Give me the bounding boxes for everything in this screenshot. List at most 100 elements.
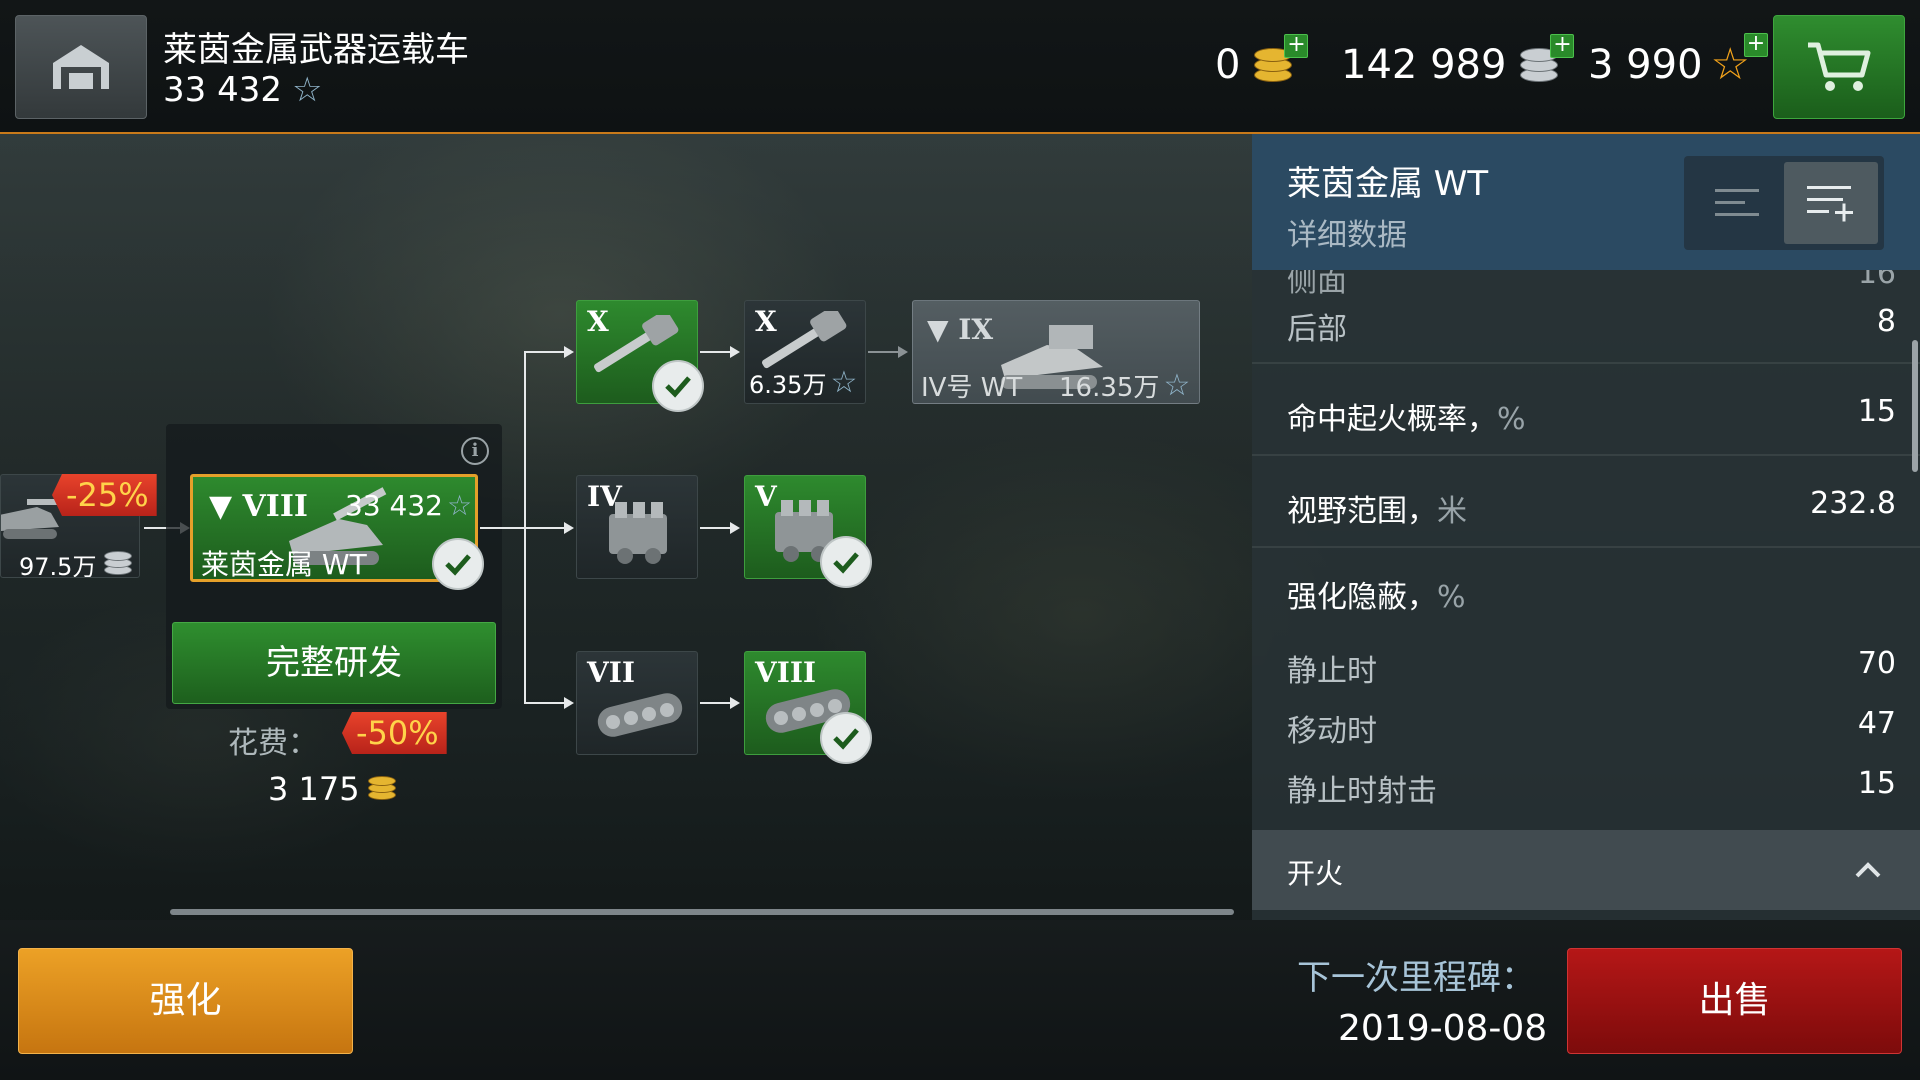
details-vertical-scrollbar[interactable] <box>1912 340 1918 472</box>
researched-check-icon <box>820 712 872 764</box>
add-gold-button[interactable]: + <box>1284 34 1309 58</box>
researched-check-icon <box>432 538 484 590</box>
connector <box>700 702 730 704</box>
connector-arrow <box>564 346 574 358</box>
silver-coin-icon <box>104 550 134 578</box>
connector <box>524 351 564 353</box>
stat-label-text: 强化隐蔽， <box>1287 580 1437 615</box>
stat-label-text: 视野范围， <box>1287 494 1437 529</box>
section-label: 开火 <box>1287 857 1344 890</box>
connector <box>524 527 564 529</box>
stat-label: 静止时射击 <box>1287 774 1437 809</box>
divider <box>1252 362 1920 364</box>
stat-label: 命中起火概率，% <box>1287 394 1526 438</box>
stat-label: 移动时 <box>1287 714 1377 749</box>
stat-value: 70 <box>1857 646 1896 681</box>
tracks-icon <box>597 693 683 737</box>
connector-arrow <box>730 697 740 709</box>
vehicle-xp: 33 432 ☆ <box>163 70 322 110</box>
stat-value: 232.8 <box>1810 486 1896 521</box>
stat-value: 8 <box>1876 304 1896 339</box>
milestone-label: 下一次里程碑： <box>1297 958 1535 998</box>
stat-label: 后部 <box>1287 312 1347 347</box>
info-icon[interactable]: i <box>461 437 489 465</box>
stat-unit: % <box>1497 402 1526 437</box>
current-vehicle-tier-value: VIII <box>242 489 308 524</box>
stat-value: 15 <box>1857 766 1896 801</box>
connector <box>700 351 730 353</box>
module-tracks-1[interactable]: VII <box>576 651 698 755</box>
stat-label: 静止时 <box>1287 654 1377 689</box>
fire-section-header[interactable]: 开火 <box>1252 830 1920 910</box>
xp-star-icon: ☆ <box>1163 367 1191 403</box>
full-research-button[interactable]: 完整研发 <box>172 622 496 704</box>
cart-icon <box>1808 42 1871 91</box>
list-compact-icon <box>1715 189 1759 216</box>
silver-coin-icon: + <box>1516 34 1575 88</box>
add-free-xp-button[interactable]: + <box>1743 33 1768 57</box>
detailed-view-button[interactable] <box>1784 162 1878 244</box>
garage-button[interactable] <box>15 15 147 119</box>
list-expand-icon <box>1807 186 1853 222</box>
tree-horizontal-scrollbar[interactable] <box>170 909 1234 915</box>
credits-value: 142 989 <box>1341 42 1507 88</box>
add-credits-button[interactable]: + <box>1550 34 1575 58</box>
upgrade-button[interactable]: 强化 <box>18 948 353 1054</box>
sell-button[interactable]: 出售 <box>1567 948 1902 1054</box>
free-xp-balance: 3 990 ☆ + <box>1588 33 1768 90</box>
compact-view-button[interactable] <box>1690 162 1784 244</box>
details-subtitle: 详细数据 <box>1287 218 1407 253</box>
current-vehicle-tier: ▼ VIII <box>209 489 308 524</box>
connector <box>480 527 526 529</box>
module-cost-value: 6.35万 <box>749 371 827 399</box>
divider <box>1252 546 1920 548</box>
prev-vehicle-discount-badge: -25% <box>52 474 157 516</box>
next-vehicle-cost: 16.35万 ☆ <box>1059 367 1191 403</box>
shop-button[interactable] <box>1773 15 1905 119</box>
xp-star-icon: ☆ <box>291 70 323 110</box>
connector <box>524 702 564 704</box>
connector-arrow <box>898 346 908 358</box>
next-vehicle-tier-value: IX <box>958 313 994 346</box>
engine-icon <box>609 502 667 564</box>
stat-label-text: 命中起火概率， <box>1287 402 1497 437</box>
next-vehicle-node[interactable]: ▼ IX IV号 WT 16.35万 ☆ <box>912 300 1200 404</box>
cost-discount-badge: -50% <box>342 712 447 754</box>
stat-label: 视野范围，米 <box>1287 486 1467 530</box>
connector-arrow <box>564 522 574 534</box>
gold-balance: 0 + <box>1215 34 1309 90</box>
next-vehicle-cost-value: 16.35万 <box>1059 373 1160 403</box>
researched-check-icon <box>820 536 872 588</box>
next-vehicle-name: IV号 WT <box>921 373 1023 403</box>
stat-unit: 米 <box>1437 494 1467 529</box>
xp-star-icon: ☆ <box>446 488 473 522</box>
module-gun-2[interactable]: X 6.35万 ☆ <box>744 300 866 404</box>
vehicle-name: 莱茵金属武器运载车 <box>163 30 469 70</box>
prev-vehicle-cost: 97.5万 <box>19 547 134 578</box>
free-xp-value: 3 990 <box>1588 42 1703 88</box>
stat-unit: % <box>1437 580 1466 615</box>
details-title: 莱茵金属 WT <box>1287 164 1489 204</box>
research-cost: 3 175 <box>268 770 398 808</box>
vehicle-xp-value: 33 432 <box>163 70 282 110</box>
prev-vehicle-cost-value: 97.5万 <box>19 553 97 578</box>
module-engine-1[interactable]: IV <box>576 475 698 579</box>
tier-triangle-icon: ▼ <box>209 489 233 524</box>
stat-value: 47 <box>1857 706 1896 741</box>
free-xp-star-icon: ☆ + <box>1711 33 1768 87</box>
tier-triangle-icon: ▼ <box>927 313 949 346</box>
milestone-date: 2019-08-08 <box>1338 1008 1548 1049</box>
current-vehicle-xp-value: 33 432 <box>345 489 443 522</box>
connector <box>868 351 898 353</box>
current-vehicle-xp: 33 432 ☆ <box>345 489 472 522</box>
divider <box>1252 454 1920 456</box>
xp-star-icon: ☆ <box>830 364 858 400</box>
current-vehicle-name: 莱茵金属 WT <box>201 548 367 581</box>
stat-label: 强化隐蔽，% <box>1287 572 1466 616</box>
connector-arrow <box>730 346 740 358</box>
credits-balance: 142 989 + <box>1341 34 1575 90</box>
gold-coin-icon <box>367 774 398 804</box>
view-toggle <box>1684 156 1884 250</box>
stat-value: 15 <box>1857 394 1896 429</box>
garage-icon <box>53 45 109 89</box>
